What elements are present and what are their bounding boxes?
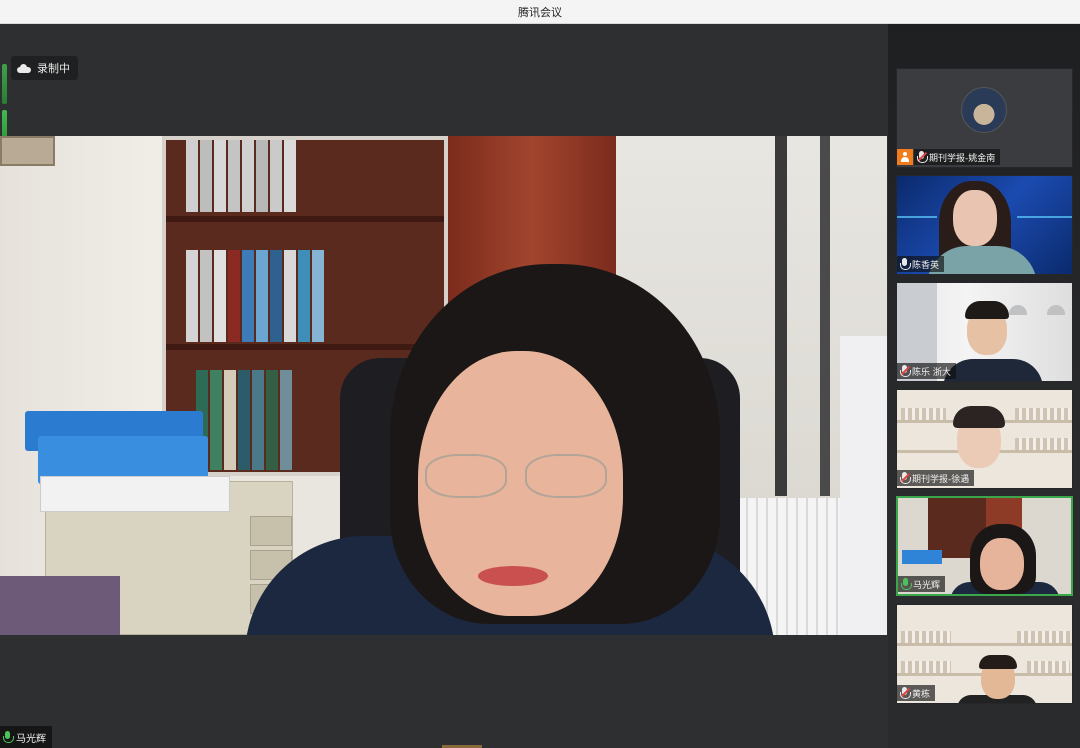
avatar <box>961 87 1007 133</box>
mic-muted-icon <box>900 365 911 377</box>
audio-level-segment <box>2 64 7 104</box>
participant-name: 期刊学报-姚金南 <box>929 153 996 164</box>
recording-label: 录制中 <box>37 62 70 75</box>
participant-tile[interactable]: 黄栋 <box>896 604 1073 704</box>
mic-icon <box>3 731 14 743</box>
participant-tile[interactable]: 期刊学报-姚金南 <box>896 68 1073 168</box>
video-background <box>250 516 292 546</box>
video-background <box>0 576 120 635</box>
mic-icon <box>900 258 911 270</box>
host-icon <box>897 149 913 165</box>
mic-muted-icon <box>917 151 928 163</box>
participant-name: 陈乐 浙大 <box>912 367 951 378</box>
video-background <box>40 476 230 512</box>
participant-name-tag: 期刊学报-徐遇 <box>897 470 975 486</box>
participant-tile[interactable]: 期刊学报-徐遇 <box>896 389 1073 489</box>
video-background <box>820 136 830 496</box>
participant-name: 陈香英 <box>912 260 940 271</box>
main-speaker-video[interactable] <box>0 136 887 635</box>
cloud-icon <box>17 63 31 73</box>
video-background <box>0 136 55 166</box>
video-background <box>775 136 787 496</box>
recording-badge[interactable]: 录制中 <box>11 56 78 80</box>
participant-name-tag: 陈乐 浙大 <box>897 363 956 379</box>
participant-sidebar[interactable]: 期刊学报-姚金南 陈香英 陈乐 浙大 期刊学报-徐遇 马光辉 黄栋 <box>888 24 1080 748</box>
participant-name-tag: 陈香英 <box>897 256 945 272</box>
main-speaker-name: 马光辉 <box>16 733 46 745</box>
participant-name-tag: 马光辉 <box>898 576 946 592</box>
participant-tile[interactable]: 陈香英 <box>896 175 1073 275</box>
mic-muted-icon <box>900 687 911 699</box>
window-title: 腾讯会议 <box>518 5 562 19</box>
main-stage: 录制中 <box>0 24 888 748</box>
speaker-figure <box>425 454 610 502</box>
window-titlebar[interactable]: 腾讯会议 <box>0 0 1080 24</box>
participant-name: 黄栋 <box>912 689 931 700</box>
participant-name: 马光辉 <box>913 580 941 591</box>
participant-tile-active-speaker[interactable]: 马光辉 <box>896 496 1073 596</box>
main-speaker-name-tag: 马光辉 <box>0 726 52 748</box>
mic-muted-icon <box>900 472 911 484</box>
video-background <box>840 336 887 635</box>
mic-icon <box>901 578 912 590</box>
participant-name-tag: 黄栋 <box>897 685 936 701</box>
participant-tile[interactable]: 陈乐 浙大 <box>896 282 1073 382</box>
speaker-figure <box>478 566 548 586</box>
participant-name-tag: 期刊学报-姚金南 <box>914 149 1001 165</box>
participant-name: 期刊学报-徐遇 <box>912 474 970 485</box>
